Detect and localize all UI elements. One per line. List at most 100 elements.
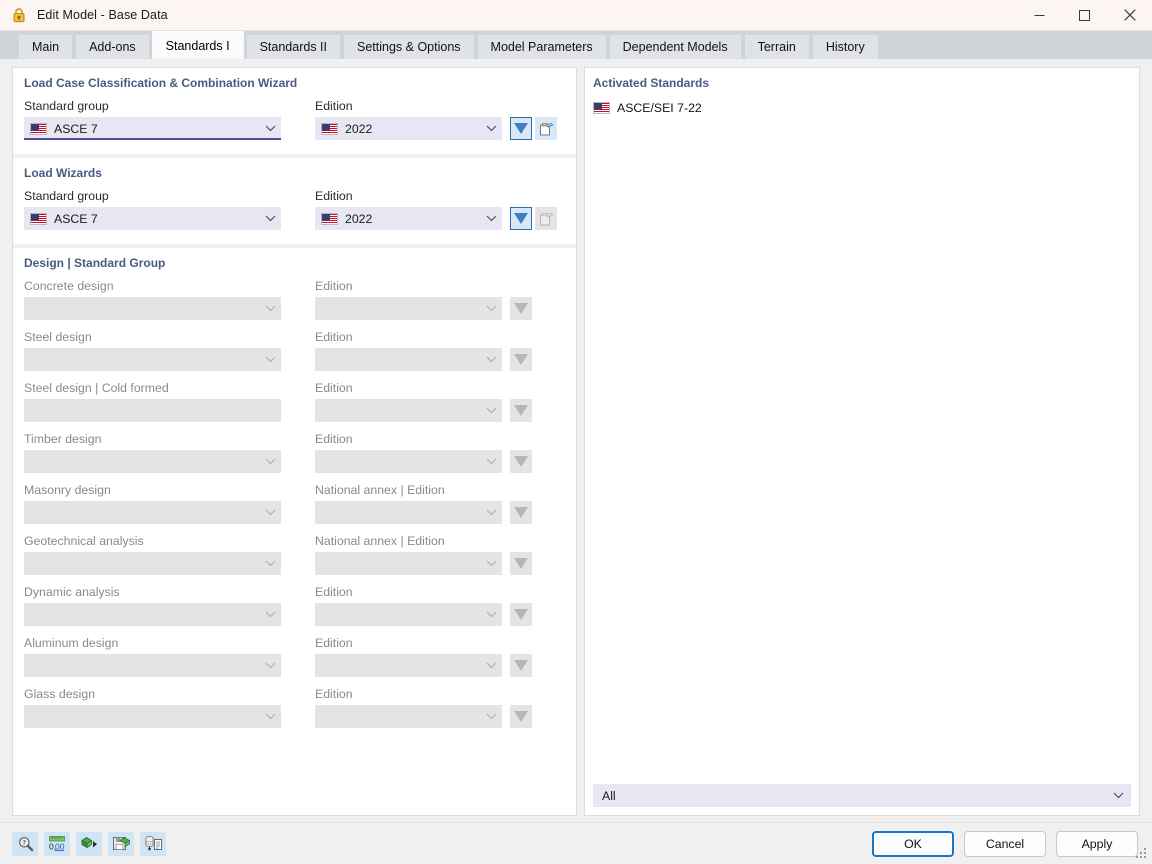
section-title-load-case-wizard: Load Case Classification & Combination W… [24,76,565,90]
cancel-button[interactable]: Cancel [964,831,1046,857]
svg-text:?: ? [22,839,26,847]
design-row-label: Steel design [24,330,281,344]
section-load-case-wizard: Load Case Classification & Combination W… [13,68,576,158]
design-row-left-field: Masonry design [24,483,281,524]
design-row-standard-combo[interactable] [24,450,281,473]
lock-icon [11,7,27,23]
tab-main[interactable]: Main [18,34,73,59]
design-row-right-label: Edition [315,636,502,650]
list-item[interactable]: ASCE/SEI 7-22 [593,99,1131,117]
us-flag-icon [321,123,338,135]
design-row-edition-combo[interactable] [315,603,502,626]
standards-filter-combo[interactable]: All [593,784,1131,807]
design-row-label: Aluminum design [24,636,281,650]
load-wizards-filter-button[interactable] [510,207,532,230]
design-row-edition-combo[interactable] [315,399,502,422]
export-arrow-icon[interactable] [76,832,102,856]
footer-tool-icons: ? 0, 00 [12,832,166,856]
design-row-edition-combo[interactable] [315,348,502,371]
design-row: Masonry design National annex | Edition [24,483,565,524]
chevron-down-icon [263,506,277,520]
load-case-clipboard-button[interactable] [535,117,557,140]
load-case-edition-combo[interactable]: 2022 [315,117,502,140]
info-magnifier-icon[interactable]: ? [12,832,38,856]
design-row: Steel design | Cold formedEdition [24,381,565,422]
design-row-standard-combo[interactable] [24,705,281,728]
activated-standards-list[interactable]: ASCE/SEI 7-22 [593,99,1131,778]
copy-to-list-icon[interactable] [140,832,166,856]
design-row-edition-combo[interactable] [315,654,502,677]
load-wizards-standard-group-field: Standard group ASCE 7 [24,189,281,230]
design-row-label: Masonry design [24,483,281,497]
design-row-left-field: Geotechnical analysis [24,534,281,575]
design-row-standard-combo[interactable] [24,552,281,575]
load-case-row: Standard group ASCE 7 [24,99,565,140]
design-row-right-field: Edition [315,636,502,677]
design-row-standard-combo[interactable] [24,603,281,626]
apply-button[interactable]: Apply [1056,831,1138,857]
load-wizards-edition-combo[interactable]: 2022 [315,207,502,230]
tab-model-parameters[interactable]: Model Parameters [477,34,607,59]
design-row: Timber designEdition [24,432,565,473]
chevron-down-icon [484,710,498,724]
design-row-right-label: Edition [315,381,502,395]
clipboard-icon [538,121,554,137]
tab-dependent-models[interactable]: Dependent Models [609,34,742,59]
design-row-standard-combo[interactable] [24,501,281,524]
design-row-standard-combo[interactable] [24,297,281,320]
design-row-edition-combo[interactable] [315,297,502,320]
svg-text:00: 00 [55,842,65,852]
design-row-right-field: Edition [315,687,502,728]
standards-left-panel: Load Case Classification & Combination W… [12,67,577,816]
load-wizards-edition-field: Edition 2022 [315,189,502,230]
design-row-label: Dynamic analysis [24,585,281,599]
design-row-filter-button [510,654,532,677]
design-row: Glass designEdition [24,687,565,728]
load-wizards-edition-value: 2022 [345,212,484,226]
chevron-down-icon [263,557,277,571]
design-row-right-field: National annex | Edition [315,483,502,524]
load-case-edition-field: Edition 2022 [315,99,502,140]
load-wizards-standard-group-value: ASCE 7 [54,212,263,226]
chevron-down-icon [1113,792,1124,799]
tab-standards-ii[interactable]: Standards II [246,34,341,59]
chevron-down-icon [263,302,277,316]
maximize-button[interactable] [1062,0,1107,31]
chevron-down-icon [484,455,498,469]
tab-standards-i[interactable]: Standards I [152,31,244,59]
filter-icon [514,456,528,467]
design-row-filter-button [510,297,532,320]
save-as-icon[interactable] [108,832,134,856]
ok-button[interactable]: OK [872,831,954,857]
tab-history[interactable]: History [812,34,879,59]
design-row-edition-combo[interactable] [315,501,502,524]
load-wizards-standard-group-combo[interactable]: ASCE 7 [24,207,281,230]
section-title-load-wizards: Load Wizards [24,166,565,180]
tab-add-ons[interactable]: Add-ons [75,34,150,59]
load-case-standard-group-combo[interactable]: ASCE 7 [24,117,281,140]
design-row-left-field: Dynamic analysis [24,585,281,626]
standards-filter-value: All [602,789,1113,803]
dialog-footer: ? 0, 00 [0,822,1152,864]
design-row-edition-combo[interactable] [315,450,502,473]
minimize-button[interactable] [1017,0,1062,31]
close-button[interactable] [1107,0,1152,31]
design-row-filter-button [510,552,532,575]
filter-icon [514,405,528,416]
load-wizards-edition-label: Edition [315,189,502,203]
design-row-filter-button [510,399,532,422]
units-ruler-icon[interactable]: 0, 00 [44,832,70,856]
tab-terrain[interactable]: Terrain [744,34,810,59]
chevron-down-icon [484,608,498,622]
design-row-standard-combo[interactable] [24,399,281,422]
load-case-filter-button[interactable] [510,117,532,140]
resize-grip[interactable] [1135,848,1148,861]
design-row-edition-combo[interactable] [315,552,502,575]
chevron-down-icon [484,557,498,571]
tab-settings-options[interactable]: Settings & Options [343,34,475,59]
design-row-edition-combo[interactable] [315,705,502,728]
design-row-standard-combo[interactable] [24,348,281,371]
design-row-standard-combo[interactable] [24,654,281,677]
load-wizards-clipboard-button [535,207,557,230]
dialog-buttons: OK Cancel Apply [872,831,1138,857]
